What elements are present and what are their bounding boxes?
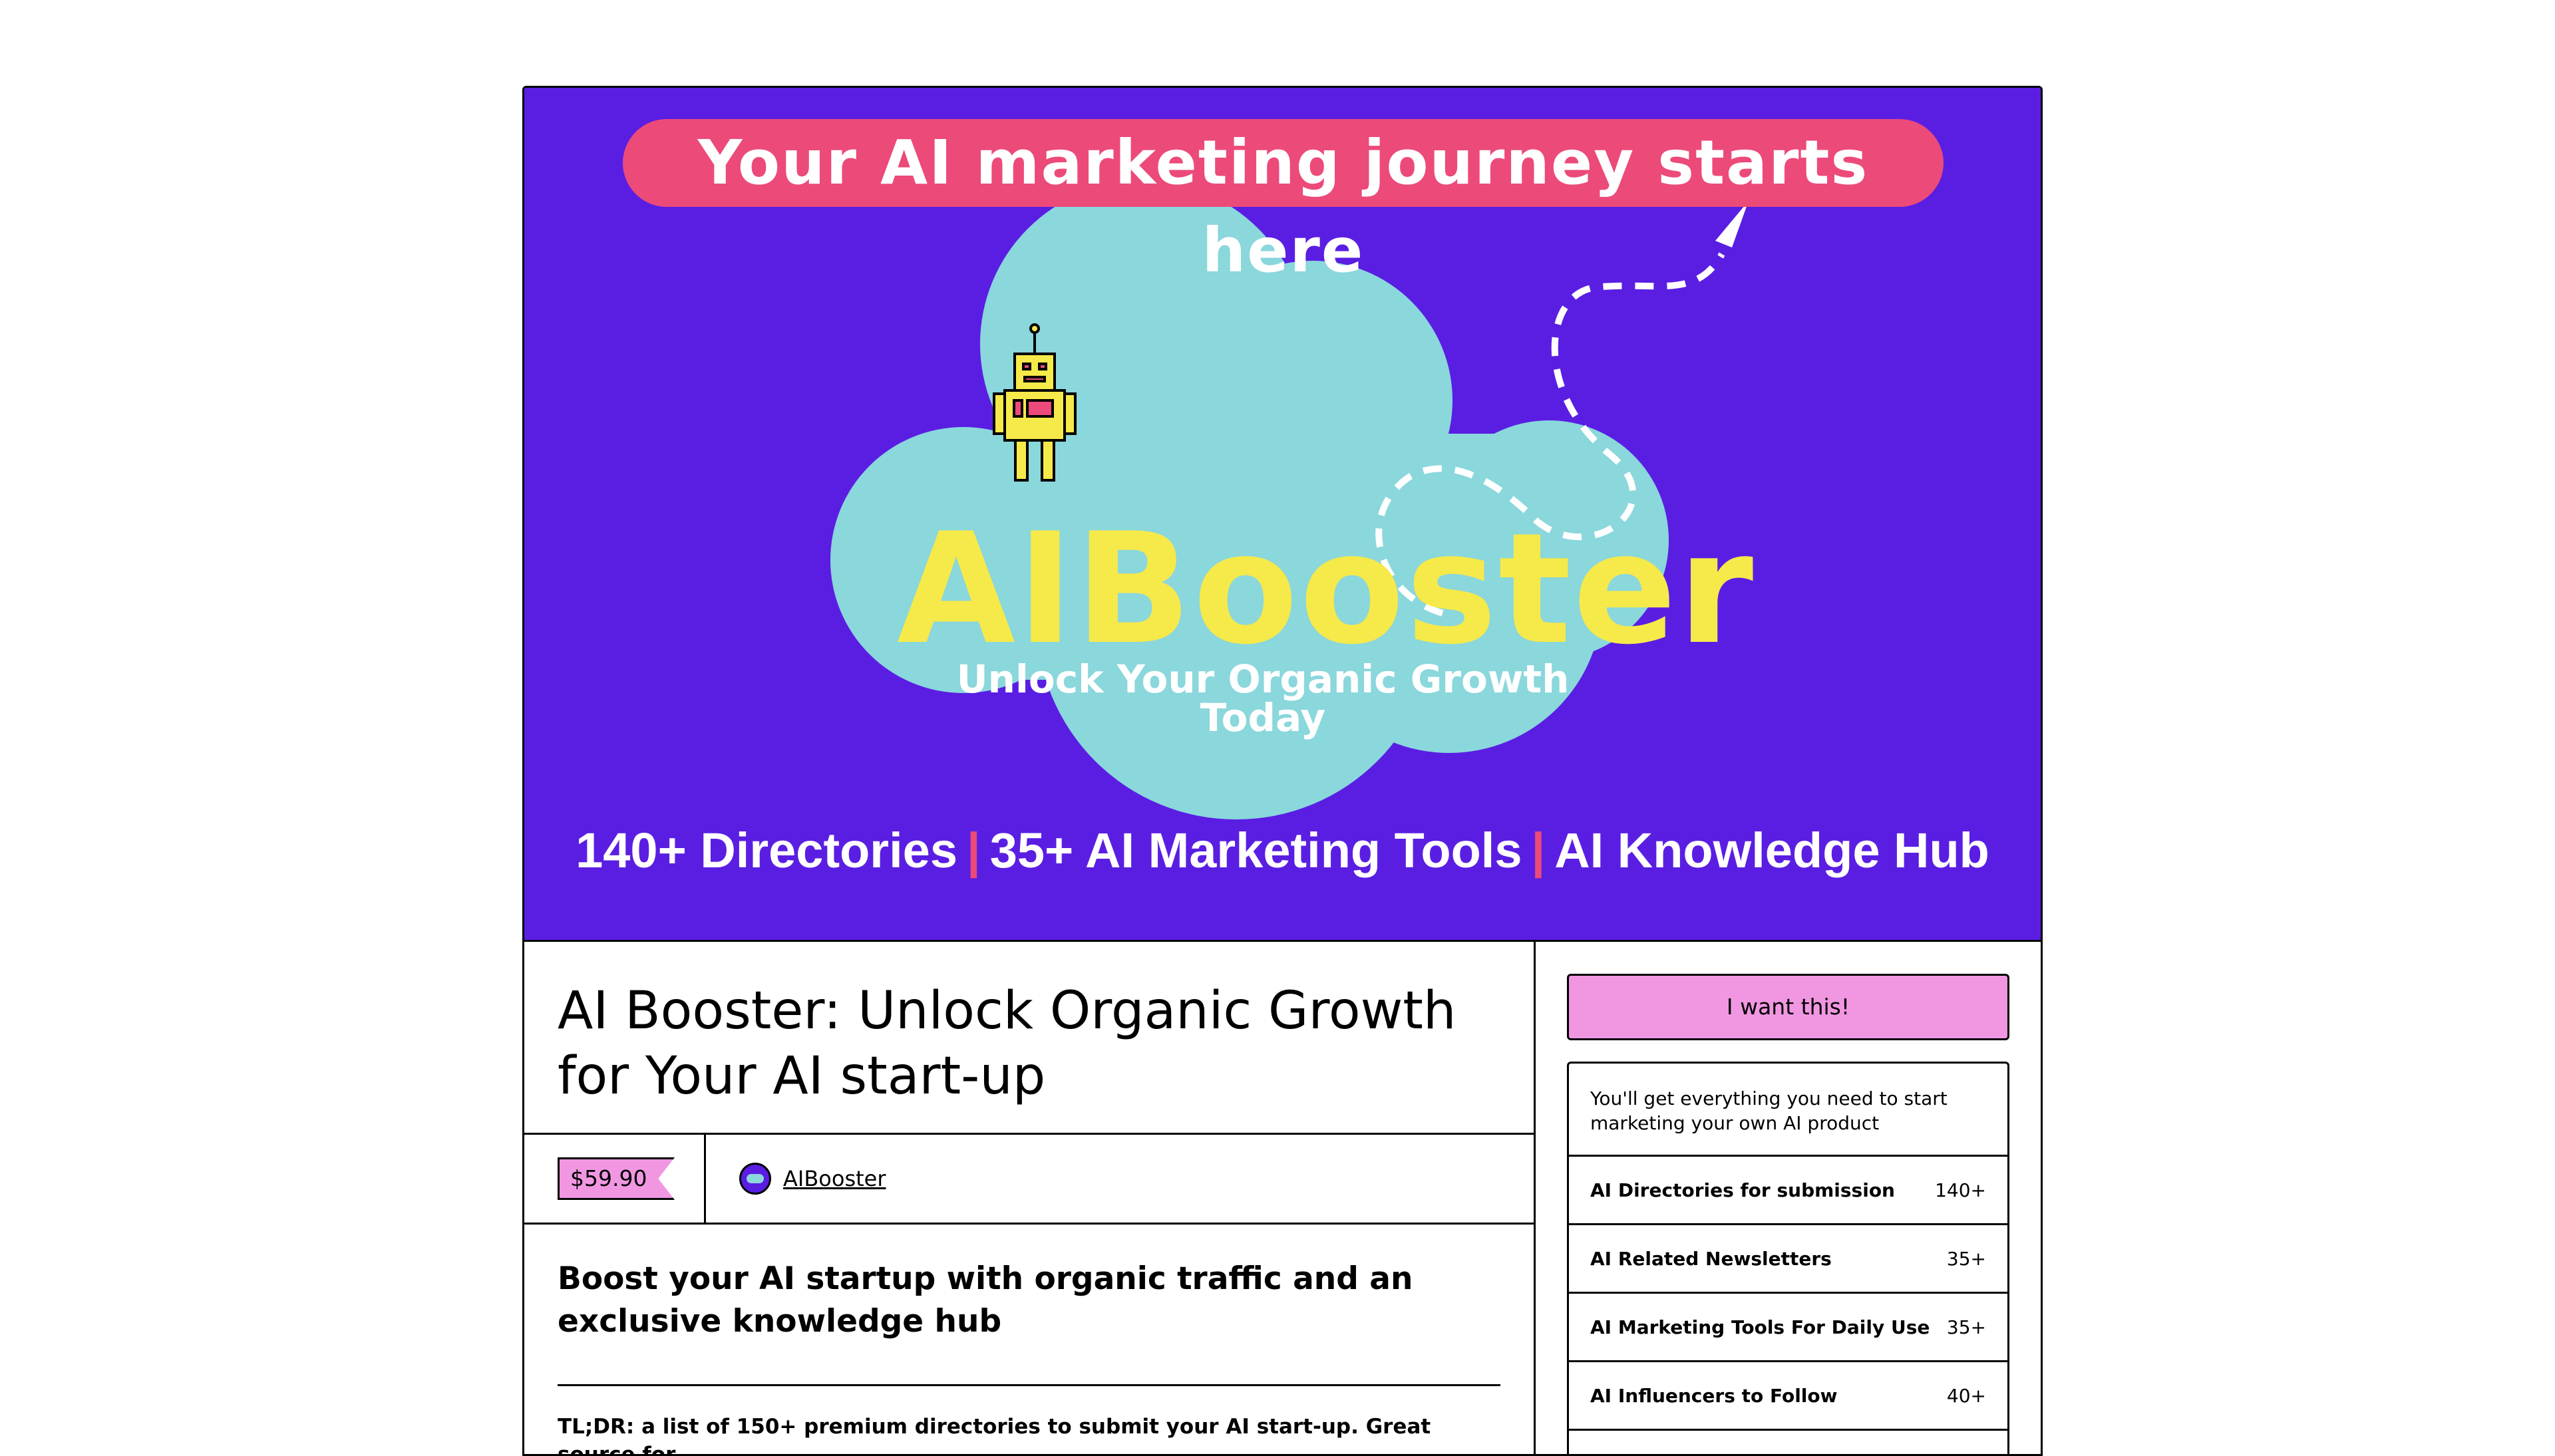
- feature-directories: 140+ Directories: [576, 823, 957, 878]
- brand-tagline: Unlock Your Organic Growth Today: [956, 656, 1570, 740]
- product-meta-row: $59.90 AIBooster: [524, 1135, 1534, 1225]
- arrow-head: [1715, 201, 1749, 247]
- feature-tools: 35+ AI Marketing Tools: [989, 823, 1522, 878]
- creator-avatar[interactable]: [739, 1163, 771, 1195]
- feature-separator: |: [1531, 823, 1546, 878]
- info-row-label: AI Marketing Tools For Daily Use: [1590, 1316, 1930, 1338]
- feature-separator: |: [966, 823, 981, 878]
- summary-heading: Boost your AI startup with organic traff…: [558, 1260, 1413, 1340]
- summary-divider: [558, 1384, 1500, 1386]
- info-row: AI Influencers to Follow 40+: [1569, 1362, 2007, 1431]
- info-row-label: AI Influencers to Follow: [1590, 1384, 1838, 1407]
- info-row-value: 35+: [1946, 1316, 1986, 1338]
- creator-link[interactable]: AIBooster: [783, 1166, 886, 1191]
- brand-logo-text: AIBooster: [897, 501, 1755, 678]
- product-title: AI Booster: Unlock Organic Growth for Yo…: [558, 981, 1456, 1106]
- summary-tldr: TL;DR: a list of 150+ premium directorie…: [558, 1415, 1431, 1456]
- feature-knowledge-hub: AI Knowledge Hub: [1554, 823, 1989, 878]
- i-want-this-button[interactable]: I want this!: [1567, 974, 2009, 1040]
- hero-features: 140+ Directories | 35+ AI Marketing Tools |…: [524, 826, 2041, 875]
- purchase-sidebar: I want this! You'll get everything you n…: [1534, 942, 2041, 1454]
- title-block: AI Booster: Unlock Organic Growth for Yo…: [524, 942, 1534, 1135]
- info-row-value: 35+: [1946, 1247, 1986, 1270]
- hero-banner: Your AI marketing journey starts here: [623, 119, 1944, 286]
- info-row: AI Directories for submission 140+: [1569, 1157, 2007, 1225]
- info-row-value: 40+: [1946, 1384, 1986, 1407]
- info-row: AI Marketing Tools For Daily Use 35+: [1569, 1294, 2007, 1362]
- product-info-box: You'll get everything you need to start …: [1567, 1062, 2009, 1454]
- creator-cell: AIBooster: [706, 1135, 1534, 1223]
- info-row-value: 140+: [1935, 1179, 1986, 1201]
- info-row-label: AI Directories for submission: [1590, 1179, 1895, 1201]
- product-hero-image: Your AI marketing journey starts here AI…: [524, 88, 2041, 942]
- info-row: AI Related Newsletters 35+: [1569, 1225, 2007, 1294]
- product-main-column: AI Booster: Unlock Organic Growth for Yo…: [524, 942, 1536, 1456]
- product-summary: Boost your AI startup with organic traff…: [524, 1225, 1534, 1456]
- product-card: Your AI marketing journey starts here AI…: [522, 86, 2043, 1456]
- info-row-label: AI Related Newsletters: [1590, 1247, 1832, 1270]
- price-cell: $59.90: [524, 1135, 706, 1223]
- info-intro: You'll get everything you need to start …: [1569, 1064, 2007, 1157]
- price-tag: $59.90: [558, 1157, 675, 1200]
